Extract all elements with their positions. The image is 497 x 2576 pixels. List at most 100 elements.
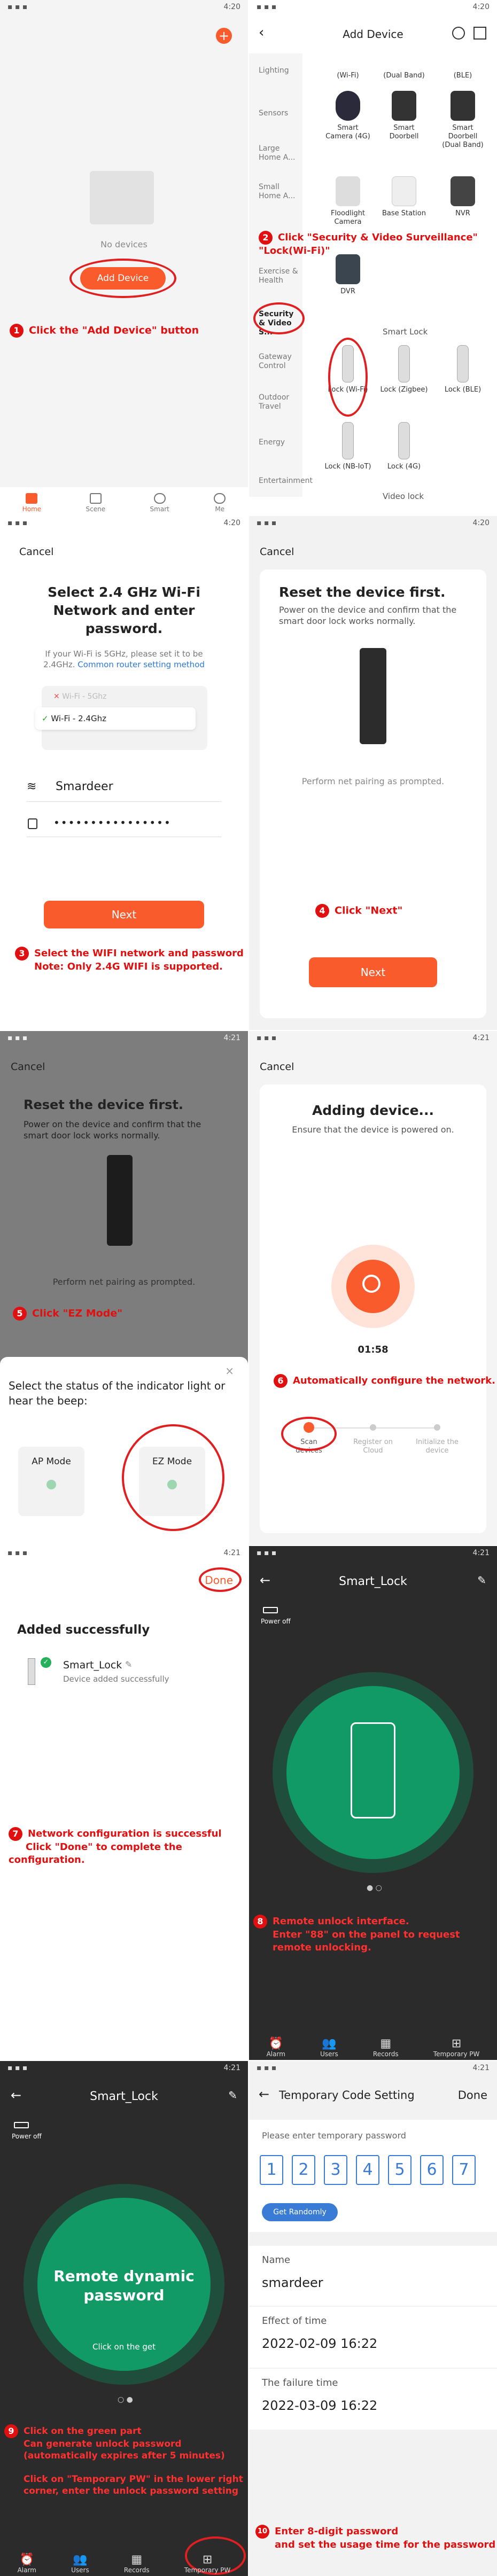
edit-icon[interactable]: ✎ [228, 2089, 237, 2102]
page-title: Smart_Lock [90, 2090, 158, 2103]
edit-icon[interactable]: ✎ [477, 1574, 486, 1587]
digit-box[interactable]: 5 [388, 2155, 411, 2185]
adding-device-screen: ▪ ▪ ▪ 4:21 Cancel Adding device... Ensure… [249, 1031, 497, 1545]
tab-alarm[interactable]: ⏰ Alarm [267, 2037, 285, 2058]
next-button[interactable]: Next [44, 901, 204, 928]
pairing-prompt[interactable]: Perform net pairing as prompted. [260, 776, 486, 786]
annotation-2: 2 Click "Security & Video Surveillance" "… [259, 231, 478, 256]
device-nvr[interactable]: NVR [439, 176, 487, 218]
reset-screen: ▪ ▪ ▪ 4:20 Cancel Reset the device first.… [249, 516, 497, 1030]
close-icon[interactable]: × [225, 1364, 234, 1377]
device-floodlight[interactable]: Floodlight Camera [324, 176, 372, 227]
digit-box[interactable]: 7 [452, 2155, 476, 2185]
category-energy[interactable]: Energy [259, 438, 285, 447]
device-smart-doorbell[interactable]: Smart Doorbell [380, 91, 428, 141]
step-initialize: Initialize the device [415, 1422, 460, 1455]
tab-users[interactable]: 👥 Users [71, 2553, 89, 2574]
add-device-screen: ▪ ▪ ▪ 4:20 ‹ Add Device Lighting Sensors … [249, 0, 497, 515]
wifi24-row: ✓ Wi-Fi - 2.4Ghz [35, 707, 196, 730]
digit-boxes[interactable]: 1234567 [260, 2155, 476, 2185]
tab-scene[interactable]: Scene [86, 493, 105, 513]
annotation-10: 10 Enter 8-digit password and set the usag… [255, 2525, 495, 2551]
annotation-4: 4 Click "Next" [315, 904, 402, 918]
device-dvr[interactable]: DVR [324, 254, 372, 296]
cancel-link[interactable]: Cancel [260, 1061, 294, 1073]
camera-icon [336, 91, 360, 121]
edit-icon[interactable]: ✎ [125, 1659, 132, 1669]
highlight-ring-ez [122, 1424, 224, 1531]
category-gateway[interactable]: Gateway Control [259, 353, 301, 371]
lock-screen: ▪ ▪ ▪ 4:21 ← Smart_Lock ✎ Power off ● ○ 8… [249, 1546, 497, 2060]
router-setting-link[interactable]: Common router setting method [77, 660, 205, 669]
device-smart-camera[interactable]: Smart Camera (4G) [324, 91, 372, 141]
digit-box[interactable]: 3 [324, 2155, 347, 2185]
category-sensors[interactable]: Sensors [259, 109, 288, 118]
category-small-home[interactable]: Small Home A... [259, 183, 301, 201]
status-bar: ▪ ▪ ▪ 4:20 [7, 519, 240, 527]
home-icon [26, 493, 38, 504]
next-button[interactable]: Next [309, 957, 437, 987]
get-randomly-button[interactable]: Get Randomly [262, 2203, 338, 2221]
device-lock-nbiot[interactable]: Lock (NB-IoT) [324, 422, 372, 471]
tab-records[interactable]: ▦ Records [124, 2553, 150, 2574]
name-field[interactable]: Name smardeer [249, 2246, 497, 2306]
tab-smart[interactable]: Smart [150, 493, 169, 513]
tab-alarm[interactable]: ⏰ Alarm [18, 2553, 36, 2574]
scan-icon[interactable] [452, 27, 465, 40]
click-hint: Click on the get [92, 2342, 156, 2352]
category-large-home[interactable]: Large Home A... [259, 144, 301, 162]
category-lighting[interactable]: Lighting [259, 66, 289, 75]
step-icon [370, 1424, 376, 1431]
qr-icon[interactable] [473, 27, 486, 40]
digit-box[interactable]: 4 [356, 2155, 379, 2185]
digit-box[interactable]: 6 [420, 2155, 444, 2185]
digit-box[interactable]: 2 [292, 2155, 315, 2185]
tab-temporary-pw[interactable]: ⊞ Temporary PW [433, 2037, 480, 2058]
alarm-icon: ⏰ [19, 2553, 34, 2566]
lock-icon [398, 345, 410, 383]
label-ble: (BLE) [453, 72, 472, 80]
status-bar: ▪ ▪ ▪ 4:20 [257, 519, 490, 527]
status-bar: ▪ ▪ ▪ 4:21 [257, 1549, 490, 1557]
power-icon [14, 2122, 29, 2128]
bottom-tabbar: ⏰ Alarm 👥 Users ▦ Records ⊞ Temporary PW [0, 2539, 248, 2576]
cancel-link[interactable]: Cancel [260, 546, 294, 558]
back-icon[interactable]: ← [259, 2087, 269, 2102]
device-doorbell-dual[interactable]: Smart Doorbell (Dual Band) [439, 91, 487, 150]
search-icon [362, 1275, 380, 1293]
digit-box[interactable]: 1 [260, 2155, 283, 2185]
grid-icon: ⊞ [451, 2037, 462, 2050]
effect-time-field[interactable]: Effect of time 2022-02-09 16:22 [249, 2307, 497, 2368]
lock-icon [28, 818, 37, 829]
password-field[interactable]: •••••••••••••••• [53, 816, 172, 829]
adding-desc: Ensure that the device is powered on. [292, 1125, 454, 1135]
done-link[interactable]: Done [458, 2089, 487, 2102]
category-exercise[interactable]: Exercise & Health [259, 267, 301, 285]
device-lock-4g[interactable]: Lock (4G) [380, 422, 428, 471]
tab-records[interactable]: ▦ Records [373, 2037, 399, 2058]
floodlight-icon [336, 176, 360, 206]
page-title: Temporary Code Setting [279, 2089, 415, 2102]
failure-time-field[interactable]: The failure time 2022-03-09 16:22 [249, 2369, 497, 2430]
add-icon[interactable]: + [216, 28, 232, 44]
device-lock-zigbee[interactable]: Lock (Zigbee) [380, 345, 428, 394]
cancel-link[interactable]: Cancel [19, 546, 53, 558]
device-lock-ble[interactable]: Lock (BLE) [439, 345, 487, 394]
status-bar: ▪ ▪ ▪ 4:21 [257, 2064, 490, 2072]
tab-home[interactable]: Home [22, 493, 41, 513]
lock-illustration [360, 648, 386, 744]
tab-me[interactable]: Me [214, 493, 226, 513]
ssid-field[interactable]: Smardeer [56, 780, 113, 793]
cancel-link[interactable]: Cancel [11, 1061, 45, 1073]
device-base-station[interactable]: Base Station [380, 176, 428, 218]
category-outdoor[interactable]: Outdoor Travel [259, 393, 301, 411]
base-station-icon [392, 176, 416, 206]
scene-icon [89, 493, 102, 504]
lock-icon [398, 422, 410, 459]
reset-card: Reset the device first. Power on the dev… [260, 569, 486, 1018]
ap-mode-option[interactable]: AP Mode [18, 1447, 84, 1516]
tab-temporary-pw[interactable]: ⊞ Temporary PW [184, 2553, 231, 2574]
annotation-3: 3 Select the WIFI network and password Not… [15, 947, 244, 973]
tab-users[interactable]: 👥 Users [320, 2037, 338, 2058]
category-entertainment[interactable]: Entertainment [259, 477, 313, 486]
